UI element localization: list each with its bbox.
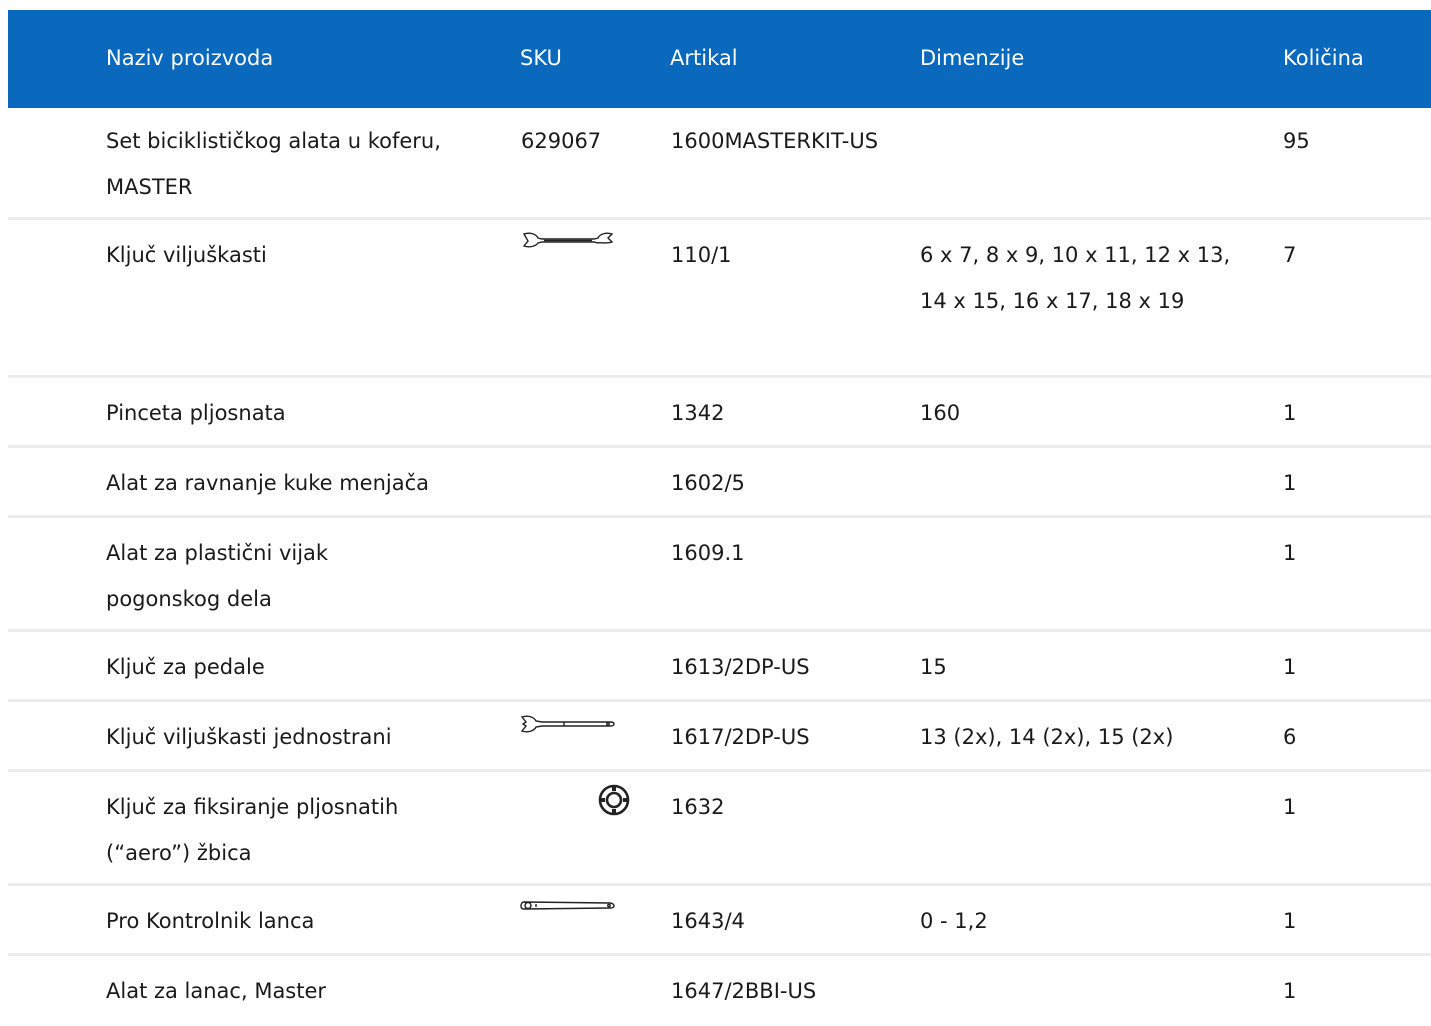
cell-article: 1609.1 [671, 541, 745, 565]
cell-quantity: 95 [1283, 129, 1310, 153]
double-open-end-wrench-icon [520, 230, 616, 256]
single-open-end-wrench-icon [520, 714, 616, 738]
cell-article: 1617/2DP-US [671, 725, 810, 749]
table-row: Pro Kontrolnik lanca 1643/4 0 - 1,2 1 [8, 886, 1431, 956]
header-article[interactable]: Artikal [670, 10, 910, 108]
table-row: Set biciklističkog alata u koferu, MASTE… [8, 108, 1431, 220]
header-sku[interactable]: SKU [520, 10, 640, 108]
spoke-holder-icon [596, 782, 632, 822]
cell-product-name: Alat za lanac, Master [106, 979, 327, 1003]
table-row: Alat za plastični vijak pogonskog dela 1… [8, 518, 1431, 632]
cell-quantity: 6 [1283, 725, 1297, 749]
table-header: Naziv proizvoda SKU Artikal Dimenzije Ko… [8, 10, 1431, 108]
cell-product-name: Alat za plastični vijak pogonskog dela [106, 541, 329, 611]
cell-article: 1342 [671, 401, 725, 425]
cell-quantity: 1 [1283, 541, 1297, 565]
cell-product-name: Ključ za fiksiranje pljosnatih (“aero”) … [106, 795, 399, 865]
header-dimensions[interactable]: Dimenzije [920, 10, 1250, 108]
cell-quantity: 1 [1283, 795, 1297, 819]
cell-product-name: Ključ za pedale [106, 655, 265, 679]
cell-article: 1647/2BBI-US [671, 979, 817, 1003]
cell-quantity: 1 [1283, 401, 1297, 425]
cell-product-name: Set biciklističkog alata u koferu, MASTE… [106, 129, 441, 199]
cell-quantity: 1 [1283, 655, 1297, 679]
parts-table: Naziv proizvoda SKU Artikal Dimenzije Ko… [8, 10, 1431, 1026]
cell-product-name: Alat za ravnanje kuke menjača [106, 471, 430, 495]
cell-dimensions: 160 [920, 401, 961, 425]
cell-quantity: 1 [1283, 909, 1297, 933]
table-row: Ključ viljuškasti jednostrani 1617/2DP-U… [8, 702, 1431, 772]
cell-dimensions: 0 - 1,2 [920, 909, 988, 933]
cell-article: 1600MASTERKIT-US [671, 129, 879, 153]
chain-checker-icon [520, 898, 616, 918]
table-row: Ključ viljuškasti 110/1 6 x 7, 8 x 9, 10… [8, 220, 1431, 378]
cell-dimensions: 13 (2x), 14 (2x), 15 (2x) [920, 725, 1174, 749]
cell-quantity: 1 [1283, 979, 1297, 1003]
cell-article: 1643/4 [671, 909, 745, 933]
table-row: Ključ za pedale 1613/2DP-US 15 1 [8, 632, 1431, 702]
cell-dimensions: 15 [920, 655, 947, 679]
header-quantity[interactable]: Količina [1283, 10, 1403, 108]
cell-product-name: Ključ viljuškasti [106, 243, 267, 267]
cell-product-name: Ključ viljuškasti jednostrani [106, 725, 392, 749]
cell-sku: 629067 [521, 129, 602, 153]
table-row: Alat za ravnanje kuke menjača 1602/5 1 [8, 448, 1431, 518]
table-row: Alat za lanac, Master 1647/2BBI-US 1 [8, 956, 1431, 1026]
cell-quantity: 1 [1283, 471, 1297, 495]
cell-article: 1613/2DP-US [671, 655, 810, 679]
cell-product-name: Pro Kontrolnik lanca [106, 909, 315, 933]
table-row: Pinceta pljosnata 1342 160 1 [8, 378, 1431, 448]
cell-dimensions: 6 x 7, 8 x 9, 10 x 11, 12 x 13, 14 x 15,… [920, 243, 1231, 313]
header-product-name[interactable]: Naziv proizvoda [106, 10, 496, 108]
cell-quantity: 7 [1283, 243, 1297, 267]
cell-product-name: Pinceta pljosnata [106, 401, 286, 425]
cell-article: 110/1 [671, 243, 732, 267]
cell-article: 1632 [671, 795, 725, 819]
table-row: Ključ za fiksiranje pljosnatih (“aero”) … [8, 772, 1431, 886]
cell-article: 1602/5 [671, 471, 745, 495]
